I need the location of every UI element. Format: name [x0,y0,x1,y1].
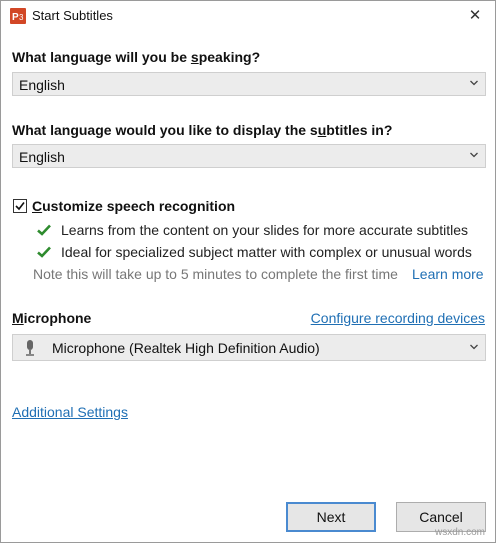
configure-recording-devices-link[interactable]: Configure recording devices [311,310,485,326]
microphone-select[interactable]: Microphone (Realtek High Definition Audi… [12,334,486,361]
speak-language-select[interactable]: English [12,72,486,96]
speak-language-label: What language will you be speaking? [12,49,261,65]
customize-speech-label[interactable]: Customize speech recognition [32,198,235,214]
start-subtitles-dialog: P 3 Start Subtitles ✕ What language will… [0,0,496,543]
subtitle-language-value: English [19,149,65,165]
chevron-down-icon [470,152,478,158]
next-button[interactable]: Next [286,502,376,532]
checkmark-icon [15,202,25,211]
svg-text:3: 3 [19,13,24,22]
learn-more-link[interactable]: Learn more [412,266,484,282]
microphone-value: Microphone (Realtek High Definition Audi… [52,340,320,356]
subtitle-language-label: What language would you like to display … [12,122,393,138]
close-icon[interactable]: ✕ [463,4,487,28]
green-check-icon [37,246,51,258]
window-title: Start Subtitles [32,8,113,23]
additional-settings-link[interactable]: Additional Settings [12,404,128,420]
customize-speech-checkbox[interactable] [13,199,27,213]
green-check-icon [37,224,51,236]
powerpoint-icon: P 3 [10,8,26,24]
title-bar[interactable]: P 3 Start Subtitles ✕ [1,1,495,31]
svg-text:P: P [12,12,19,23]
subtitle-language-select[interactable]: English [12,144,486,168]
chevron-down-icon [470,80,478,86]
microphone-icon [26,340,34,356]
chevron-down-icon [470,344,478,350]
setup-time-note: Note this will take up to 5 minutes to c… [33,266,398,282]
watermark: wsxdn.com [434,527,485,538]
microphone-label: Microphone [12,310,92,326]
speak-language-value: English [19,77,65,93]
